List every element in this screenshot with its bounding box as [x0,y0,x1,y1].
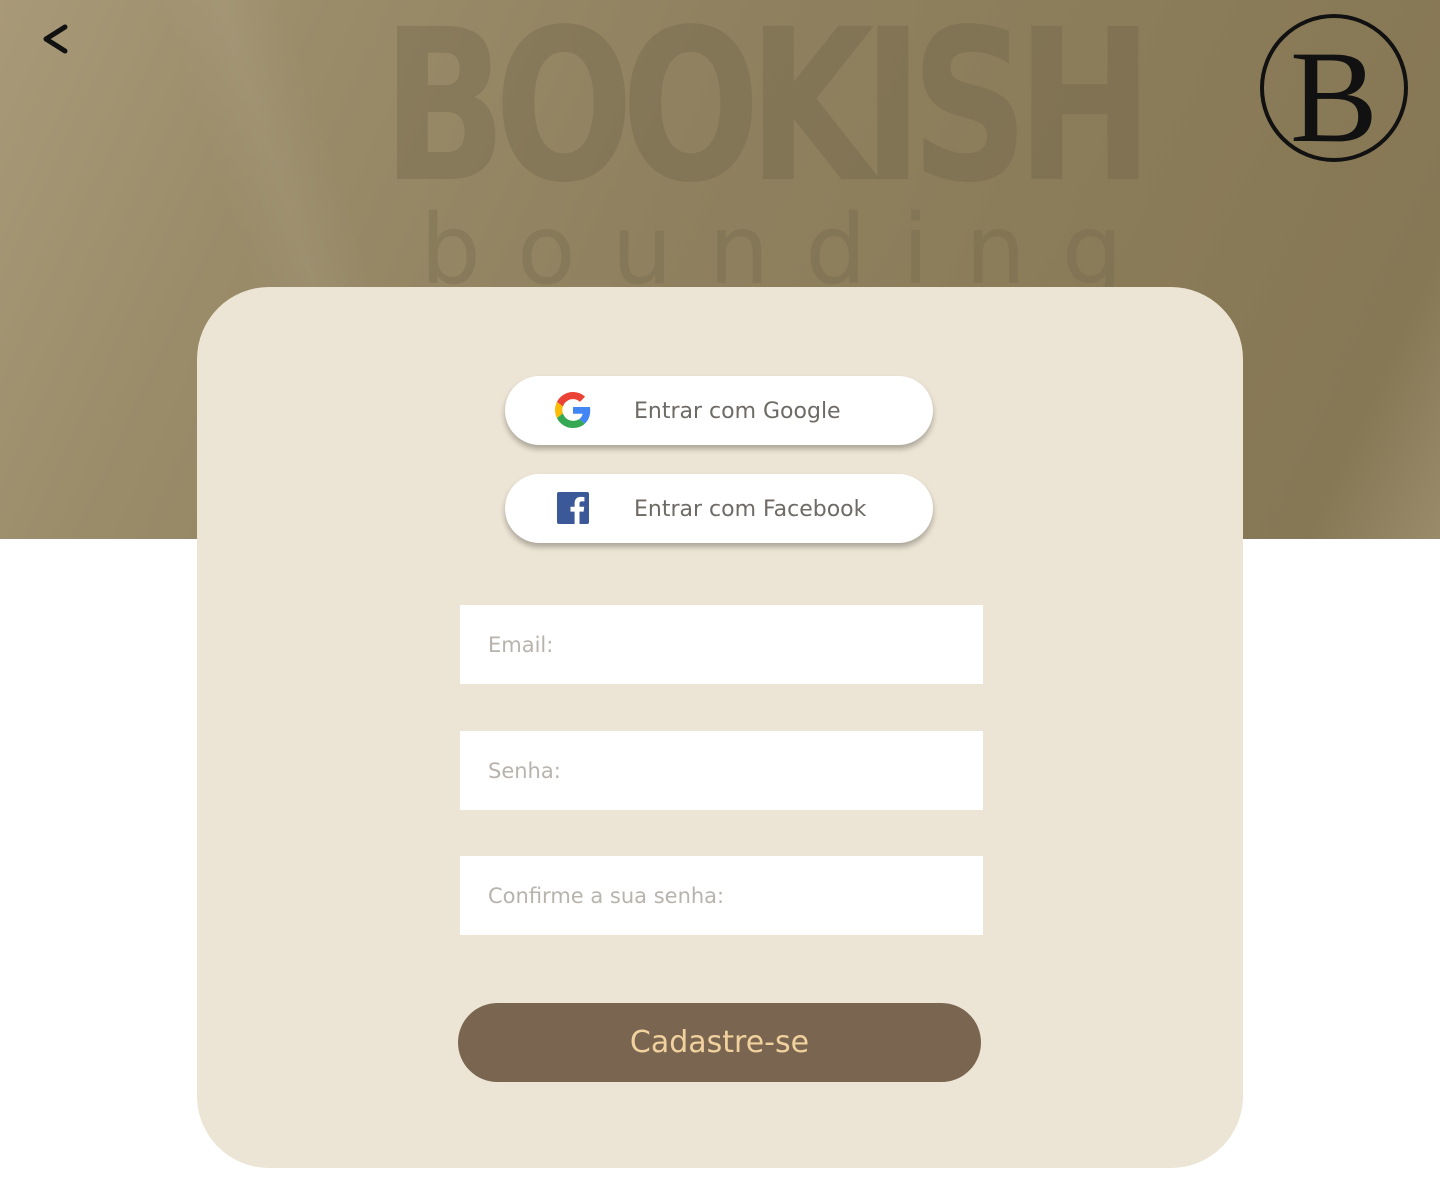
password-field[interactable] [460,731,983,810]
signup-submit-button[interactable]: Cadastre-se [458,1003,981,1082]
logo-letter: B [1290,23,1378,163]
brand-watermark-title: BOOKISH [382,0,1153,229]
monogram-b-logo: B [1260,14,1408,163]
google-g-icon [555,392,591,428]
email-field[interactable] [460,605,983,684]
back-button[interactable] [30,14,80,64]
facebook-signin-label: Entrar com Facebook [634,497,867,522]
chevron-left-icon [43,24,68,54]
signup-card: Entrar com Google Entrar com Facebook Ca… [197,287,1243,1168]
facebook-f-icon [557,492,589,524]
confirm-password-field[interactable] [460,856,983,935]
signup-page: BOOKISH bounding B Entrar com Google Ent… [0,0,1440,1198]
facebook-signin-button[interactable]: Entrar com Facebook [505,474,933,543]
google-signin-button[interactable]: Entrar com Google [505,376,933,445]
google-signin-label: Entrar com Google [634,399,841,424]
